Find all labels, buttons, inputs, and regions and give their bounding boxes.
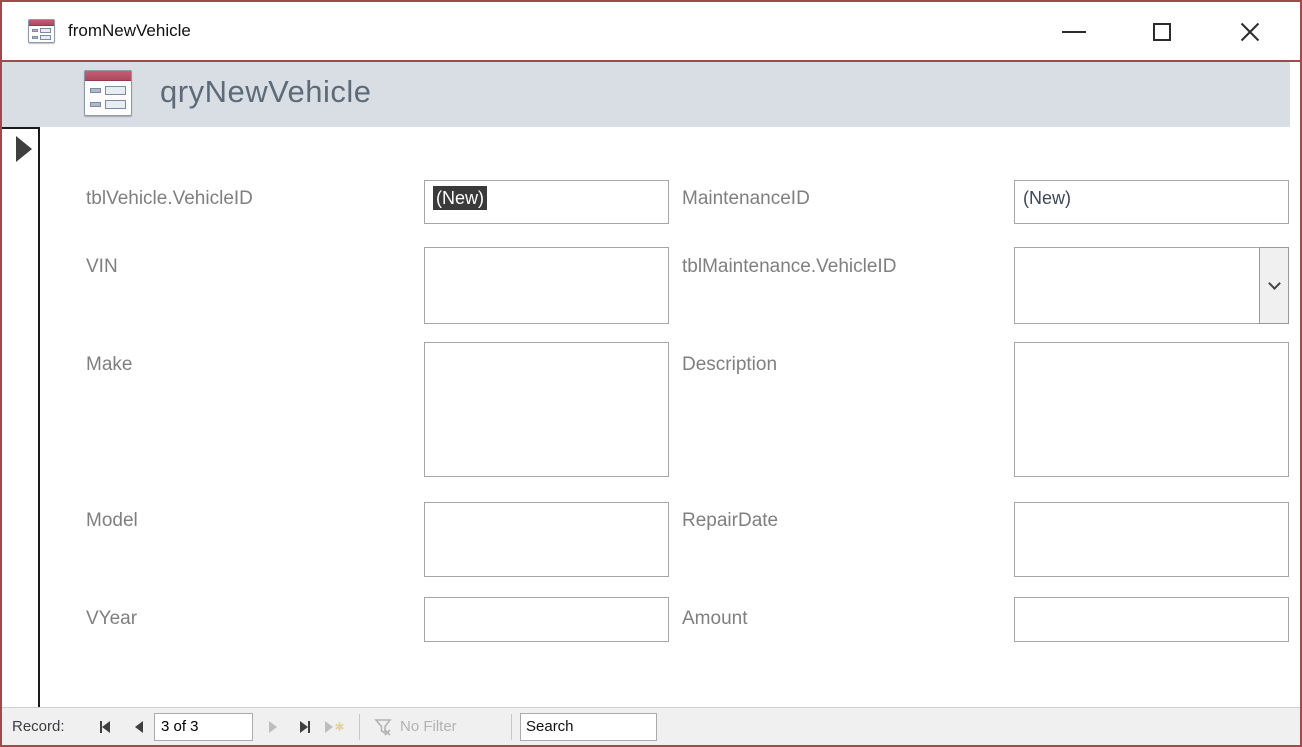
record-nav-label: Record: [12, 708, 65, 745]
search-input[interactable]: Search [520, 713, 657, 741]
make-field[interactable] [424, 342, 669, 477]
first-record-icon [102, 721, 110, 733]
maximize-icon [1153, 23, 1171, 41]
field-label-maintenance-vehicleid: tblMaintenance.VehicleID [682, 256, 896, 278]
model-field[interactable] [424, 502, 669, 577]
new-record-star-icon: ✱ [334, 721, 344, 733]
vehicleid-field[interactable]: (New) [424, 180, 669, 224]
maintenanceid-field[interactable]: (New) [1014, 180, 1289, 224]
new-record-button[interactable]: ✱ [322, 708, 348, 745]
repairdate-field[interactable] [1014, 502, 1289, 577]
field-label-vin: VIN [86, 256, 118, 278]
access-form-window: fromNewVehicle qryNewVehicle tblVehicle.… [0, 0, 1302, 747]
last-record-button[interactable] [292, 708, 318, 745]
record-navigation-bar: Record: 3 of 3 ✱ No Filter Search [2, 707, 1300, 745]
maintenance-vehicleid-combo[interactable] [1014, 247, 1289, 324]
close-icon [1239, 21, 1261, 43]
minimize-icon [1062, 31, 1086, 33]
new-record-icon [325, 721, 333, 733]
current-record-box[interactable]: 3 of 3 [154, 713, 253, 741]
maximize-button[interactable] [1140, 12, 1184, 52]
record-selector-top-edge [2, 127, 40, 129]
field-label-maintenanceid: MaintenanceID [682, 188, 810, 210]
last-record-icon [308, 721, 310, 733]
field-label-make: Make [86, 354, 132, 376]
field-label-vyear: VYear [86, 608, 137, 630]
no-filter-button[interactable]: No Filter [374, 708, 457, 745]
nav-separator [359, 714, 360, 740]
description-field[interactable] [1014, 342, 1289, 477]
no-filter-label: No Filter [400, 718, 457, 735]
last-record-icon [300, 721, 308, 733]
nav-separator [511, 714, 512, 740]
field-label-model: Model [86, 510, 138, 532]
vin-field[interactable] [424, 247, 669, 324]
vyear-field[interactable] [424, 597, 669, 642]
close-button[interactable] [1228, 12, 1272, 52]
field-label-description: Description [682, 354, 777, 376]
minimize-button[interactable] [1052, 12, 1096, 52]
field-label-amount: Amount [682, 608, 747, 630]
form-title: qryNewVehicle [160, 74, 372, 110]
previous-record-icon [135, 721, 143, 733]
window-title: fromNewVehicle [68, 21, 191, 41]
next-record-button[interactable] [260, 708, 286, 745]
current-record-arrow-icon [16, 136, 32, 162]
chevron-down-icon [1268, 277, 1281, 290]
field-label-vehicleid: tblVehicle.VehicleID [86, 188, 253, 210]
form-icon [28, 19, 55, 43]
form-icon [84, 70, 132, 116]
amount-field[interactable] [1014, 597, 1289, 642]
form-header: qryNewVehicle [2, 62, 1290, 127]
record-selector-bar[interactable] [38, 127, 40, 709]
next-record-icon [269, 721, 277, 733]
first-record-button[interactable] [92, 708, 118, 745]
previous-record-button[interactable] [126, 708, 152, 745]
title-bar: fromNewVehicle [2, 2, 1300, 60]
field-label-repairdate: RepairDate [682, 510, 778, 532]
selected-value: (New) [433, 186, 487, 210]
combo-dropdown-button[interactable] [1259, 247, 1289, 324]
filter-icon [374, 717, 394, 737]
